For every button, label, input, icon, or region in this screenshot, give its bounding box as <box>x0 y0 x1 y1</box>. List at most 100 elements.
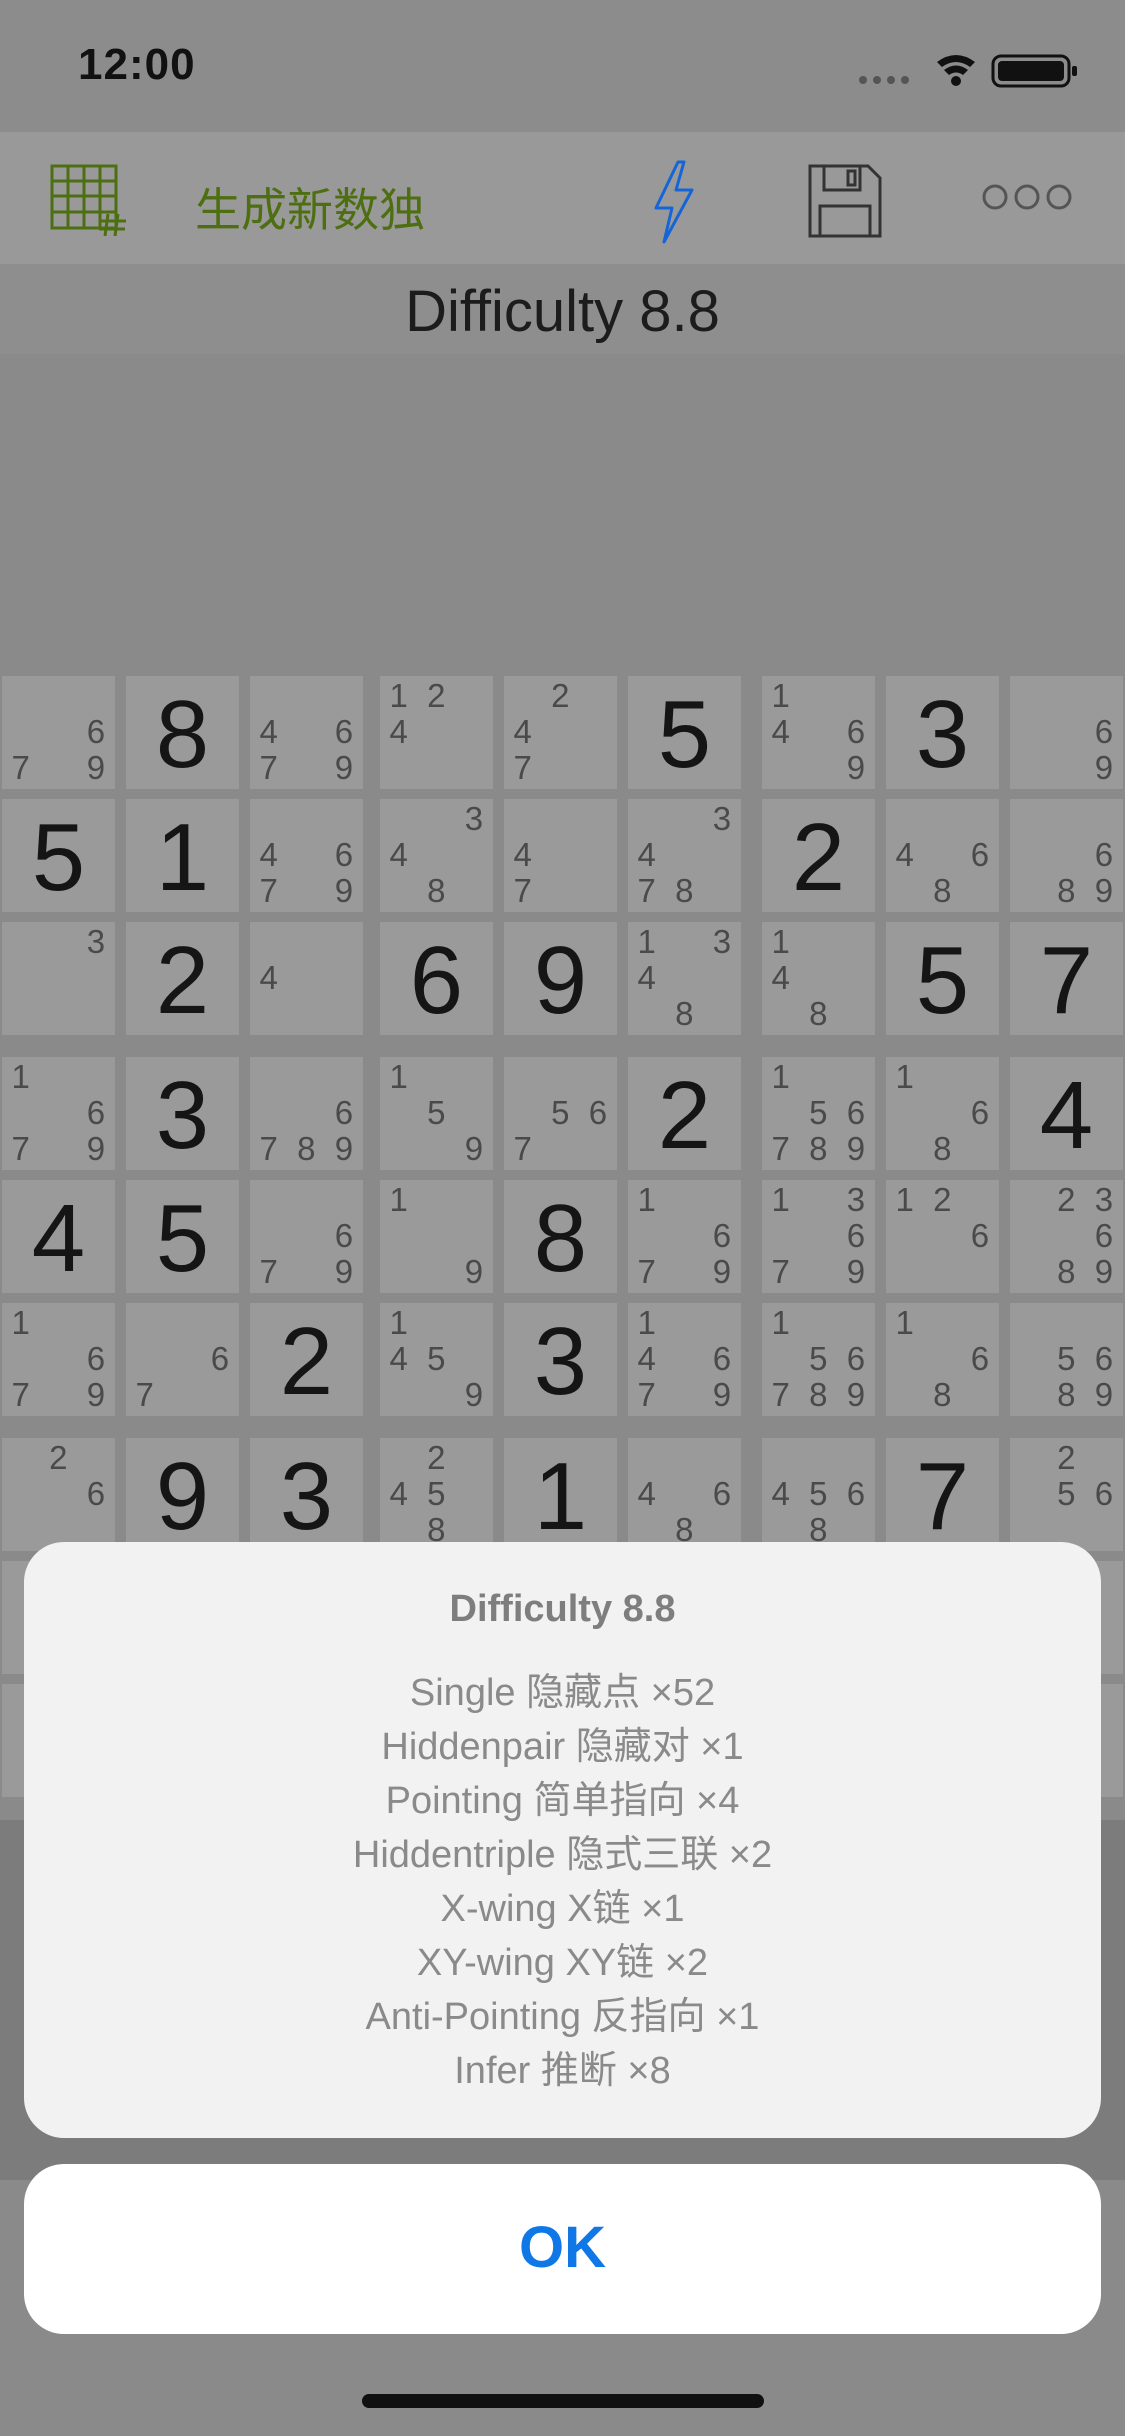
sudoku-cell[interactable]: 1 68 <box>886 1057 999 1170</box>
sudoku-cell[interactable]: 5 <box>2 799 115 912</box>
sudoku-cell[interactable]: 689 <box>1010 799 1123 912</box>
sudoku-cell[interactable]: 14 69 <box>762 676 875 789</box>
cell-value: 4 <box>31 1185 86 1292</box>
sudoku-cell[interactable]: 468 <box>886 799 999 912</box>
sudoku-cell[interactable]: 1679 <box>2 1057 115 1170</box>
sudoku-cell[interactable]: 9 <box>126 1438 239 1551</box>
cell-value: 2 <box>155 927 210 1034</box>
sudoku-cell[interactable]: 69 <box>1010 676 1123 789</box>
candidate-digit: 4 <box>259 836 278 873</box>
sudoku-cell[interactable]: 2 <box>126 922 239 1035</box>
sudoku-cell[interactable]: 4 <box>250 922 363 1035</box>
candidate-digit: 9 <box>86 749 106 786</box>
candidate-digit: 7 <box>259 1253 278 1290</box>
sudoku-cell[interactable]: 4568 <box>762 1438 875 1551</box>
ellipsis-icon[interactable] <box>980 180 1074 214</box>
floppy-disk-icon[interactable] <box>806 162 884 240</box>
sudoku-cell[interactable]: 1679 <box>2 1303 115 1416</box>
sudoku-cell[interactable]: 247 <box>504 676 617 789</box>
signal-icon <box>859 76 909 84</box>
sudoku-cell[interactable]: 9 <box>504 922 617 1035</box>
sudoku-cell[interactable]: 1 3 48 <box>628 922 741 1035</box>
sudoku-cell[interactable]: 3 <box>2 922 115 1035</box>
sudoku-cell[interactable]: 2 <box>628 1057 741 1170</box>
sudoku-cell[interactable]: 4 <box>2 1180 115 1293</box>
cell-value: 7 <box>1039 927 1094 1034</box>
candidate-digit: 6 <box>86 1475 106 1512</box>
sudoku-cell[interactable]: 1 <box>126 799 239 912</box>
sudoku-cell[interactable]: 5689 <box>1010 1303 1123 1416</box>
sudoku-cell[interactable]: 1 36 7 9 <box>762 1180 875 1293</box>
candidate-digit: 6 <box>588 1094 608 1131</box>
candidate-digit: 6 <box>86 713 106 750</box>
cell-value: 8 <box>155 681 210 788</box>
candidate-digit: 2 <box>551 677 570 714</box>
sudoku-cell[interactable]: 3 48 <box>380 799 493 912</box>
sudoku-cell[interactable]: 1 68 <box>886 1303 999 1416</box>
grid-hash-icon[interactable] <box>50 164 130 236</box>
sudoku-cell[interactable]: 256 <box>1010 1438 1123 1551</box>
lightning-bolt-icon[interactable] <box>648 160 698 244</box>
sudoku-cell[interactable]: 4 6 7 9 <box>250 799 363 912</box>
sudoku-cell[interactable]: 8 <box>126 676 239 789</box>
sudoku-cell[interactable]: 6 <box>380 922 493 1035</box>
sudoku-cell[interactable]: 4 6 7 9 <box>250 676 363 789</box>
candidate-digit: 1 <box>771 677 790 714</box>
sudoku-cell[interactable]: 4 <box>1010 1057 1123 1170</box>
candidate-digit: 9 <box>712 1376 732 1413</box>
candidate-digit: 6 <box>846 713 866 750</box>
sudoku-cell[interactable]: 5 <box>126 1180 239 1293</box>
candidate-digit: 7 <box>513 749 532 786</box>
candidate-digit: 9 <box>846 749 866 786</box>
sudoku-cell[interactable]: 6 7 9 <box>2 676 115 789</box>
sudoku-cell[interactable]: 2458 <box>380 1438 493 1551</box>
sudoku-cell[interactable]: 56 7 <box>504 1057 617 1170</box>
sudoku-cell[interactable]: 3 <box>126 1057 239 1170</box>
sudoku-cell[interactable]: 5 <box>628 676 741 789</box>
candidate-digit: 1 <box>771 923 790 960</box>
sudoku-cell[interactable]: 126 <box>886 1180 999 1293</box>
candidate-digit: 5 <box>1057 1340 1076 1377</box>
sudoku-cell[interactable]: 3 <box>886 676 999 789</box>
sudoku-cell[interactable]: 3 <box>250 1438 363 1551</box>
sudoku-cell[interactable]: 7 <box>1010 922 1123 1035</box>
ok-button[interactable]: OK <box>24 2164 1101 2334</box>
sudoku-cell[interactable]: 3 478 <box>628 799 741 912</box>
generate-new-sudoku-button[interactable]: 生成新数独 <box>195 174 425 240</box>
sudoku-cell[interactable]: 23689 <box>1010 1180 1123 1293</box>
sudoku-cell[interactable]: 124 <box>380 676 493 789</box>
wifi-icon <box>937 55 975 86</box>
sudoku-cell[interactable]: 47 <box>504 799 617 912</box>
sudoku-cell[interactable]: 1679 <box>628 1180 741 1293</box>
candidate-digit: 8 <box>809 995 828 1032</box>
cell-value: 9 <box>533 927 588 1034</box>
sudoku-cell[interactable]: 14 6 7 9 <box>628 1303 741 1416</box>
sudoku-cell[interactable]: 2 <box>762 799 875 912</box>
sudoku-cell[interactable]: 156 789 <box>762 1057 875 1170</box>
candidate-digit: 3 <box>464 800 484 837</box>
sudoku-cell[interactable]: 148 <box>762 922 875 1035</box>
sudoku-cell[interactable]: 6 7 9 <box>250 1180 363 1293</box>
candidate-digit: 7 <box>771 1376 790 1413</box>
sudoku-cell[interactable]: 6 789 <box>250 1057 363 1170</box>
cell-value: 1 <box>155 804 210 911</box>
sudoku-cell[interactable]: 1459 <box>380 1303 493 1416</box>
cell-value: 3 <box>155 1062 210 1169</box>
candidate-digit: 1 <box>389 1304 408 1341</box>
sudoku-cell[interactable]: 67 <box>126 1303 239 1416</box>
sudoku-cell[interactable]: 5 <box>886 922 999 1035</box>
sudoku-cell[interactable]: 159 <box>380 1057 493 1170</box>
sudoku-cell[interactable]: 468 <box>628 1438 741 1551</box>
technique-line: Hiddentriple 隐式三联 ×2 <box>352 1834 773 1876</box>
sudoku-cell[interactable]: 7 <box>886 1438 999 1551</box>
sudoku-cell[interactable]: 156 789 <box>762 1303 875 1416</box>
sudoku-cell[interactable]: 3 <box>504 1303 617 1416</box>
sudoku-cell[interactable]: 26 <box>2 1438 115 1551</box>
sudoku-cell[interactable]: 2 <box>250 1303 363 1416</box>
sudoku-cell[interactable]: 1 <box>504 1438 617 1551</box>
sudoku-cell[interactable]: 8 <box>504 1180 617 1293</box>
candidate-digit: 6 <box>1094 1475 1114 1512</box>
candidate-digit: 4 <box>513 836 532 873</box>
sudoku-cell[interactable]: 19 <box>380 1180 493 1293</box>
candidate-digit: 6 <box>210 1340 230 1377</box>
